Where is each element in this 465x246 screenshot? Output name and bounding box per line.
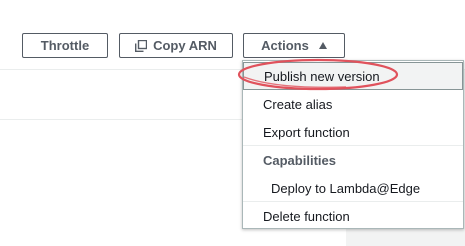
- menu-item-create-alias[interactable]: Create alias: [243, 90, 463, 118]
- menu-group-heading-capabilities: Capabilities: [243, 146, 463, 174]
- menu-heading-label: Capabilities: [263, 152, 336, 168]
- menu-item-label: Delete function: [263, 208, 350, 224]
- menu-item-label: Create alias: [263, 96, 333, 112]
- throttle-button[interactable]: Throttle: [22, 33, 108, 58]
- copy-arn-button-label: Copy ARN: [153, 38, 217, 53]
- menu-item-publish-new-version[interactable]: Publish new version: [243, 62, 463, 90]
- throttle-button-label: Throttle: [40, 38, 90, 53]
- caret-up-icon: [318, 42, 327, 49]
- actions-dropdown-menu: Publish new version Create alias Export …: [242, 60, 464, 229]
- actions-button[interactable]: Actions: [243, 33, 345, 58]
- actions-button-label: Actions: [261, 38, 309, 53]
- copy-icon: [135, 39, 148, 52]
- menu-item-label: Publish new version: [264, 68, 380, 84]
- menu-item-label: Deploy to Lambda@Edge: [271, 180, 421, 196]
- menu-item-deploy-to-lambda-edge[interactable]: Deploy to Lambda@Edge: [243, 174, 463, 202]
- menu-item-delete-function[interactable]: Delete function: [243, 202, 463, 230]
- menu-item-label: Export function: [263, 124, 350, 140]
- copy-arn-button[interactable]: Copy ARN: [119, 33, 233, 58]
- content-divider: [0, 119, 250, 120]
- menu-item-export-function[interactable]: Export function: [243, 118, 463, 146]
